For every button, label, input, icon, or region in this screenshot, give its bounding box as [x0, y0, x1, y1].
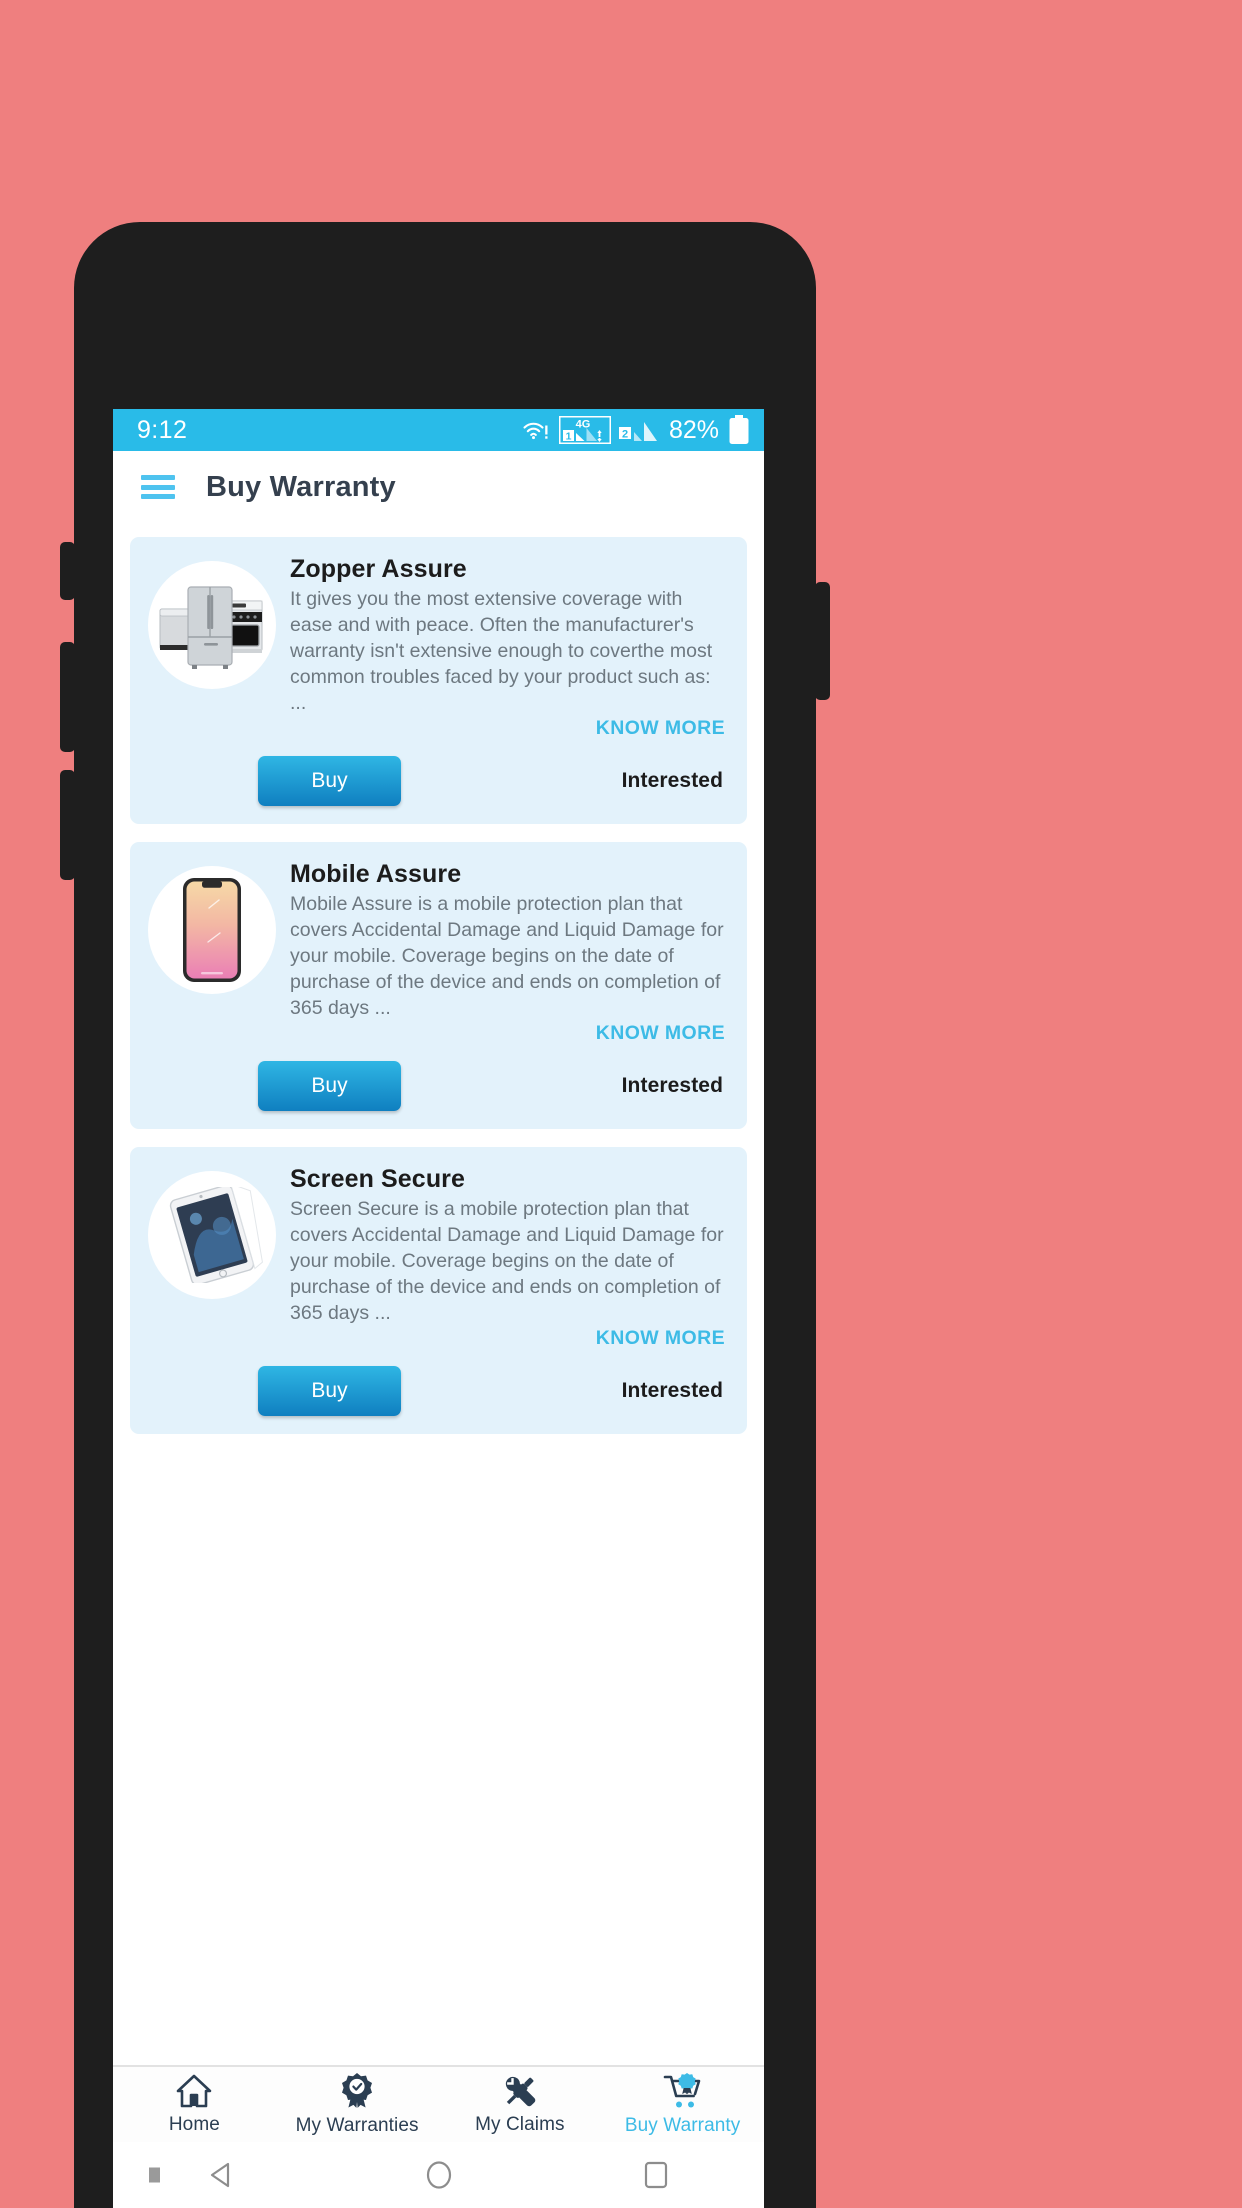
page-title: Buy Warranty — [206, 470, 396, 503]
award-ribbon-icon — [342, 2073, 373, 2108]
plan-card-actions: Buy Interested — [148, 756, 725, 806]
plan-thumbnail — [148, 1171, 276, 1299]
bottom-navigation-bar: Home My Warranties My Claims Buy Warrant… — [113, 2065, 764, 2142]
app-bar: Buy Warranty — [113, 451, 764, 523]
wrench-screwdriver-icon — [505, 2076, 536, 2107]
status-bar-clock: 9:12 — [137, 415, 188, 444]
power-button[interactable] — [815, 582, 830, 700]
plan-text-block: Zopper Assure It gives you the most exte… — [276, 553, 725, 740]
signal-sim2-icon: 2 — [618, 422, 657, 441]
home-circle-icon — [426, 2161, 451, 2189]
nav-item-home[interactable]: Home — [113, 2073, 276, 2136]
plan-name: Zopper Assure — [290, 555, 467, 583]
battery-icon — [729, 415, 749, 444]
plan-card-body: Screen Secure Screen Secure is a mobile … — [148, 1163, 725, 1350]
nav-item-my-claims[interactable]: My Claims — [439, 2073, 602, 2136]
plan-text-block: Mobile Assure Mobile Assure is a mobile … — [276, 858, 725, 1045]
system-recents-button[interactable] — [547, 2158, 764, 2192]
system-home-button[interactable] — [330, 2158, 547, 2192]
recents-square-icon — [644, 2161, 667, 2189]
plan-card[interactable]: Screen Secure Screen Secure is a mobile … — [130, 1147, 747, 1434]
nav-label: Home — [168, 2114, 220, 2135]
status-bar: 9:12 4G 1 2 82% — [113, 409, 764, 451]
keyboard-indicator-dot — [149, 2167, 160, 2183]
signal-4g-sim1-icon: 4G 1 — [558, 416, 611, 444]
interested-label[interactable]: Interested — [622, 1074, 723, 1098]
plan-card-body: Mobile Assure Mobile Assure is a mobile … — [148, 858, 725, 1045]
plan-description: Screen Secure is a mobile protection pla… — [290, 1198, 724, 1324]
plan-card-actions: Buy Interested — [148, 1061, 725, 1111]
home-icon — [177, 2074, 212, 2108]
plan-thumbnail — [148, 561, 276, 689]
plan-text-block: Screen Secure Screen Secure is a mobile … — [276, 1163, 725, 1350]
mute-switch-button[interactable] — [60, 542, 75, 600]
nav-label: My Warranties — [295, 2115, 419, 2136]
phone-screen: 9:12 4G 1 2 82% Buy Warranty Zopper Assu… — [113, 409, 764, 2208]
svg-text:1: 1 — [566, 430, 572, 442]
plan-card-body: Zopper Assure It gives you the most exte… — [148, 553, 725, 740]
svg-text:2: 2 — [622, 428, 628, 440]
buy-button[interactable]: Buy — [258, 1366, 401, 1416]
interested-label[interactable]: Interested — [622, 1379, 723, 1403]
smartphone-icon — [183, 878, 241, 982]
know-more-link[interactable]: KNOW MORE — [290, 717, 725, 740]
plan-card[interactable]: Zopper Assure It gives you the most exte… — [130, 537, 747, 824]
buy-button[interactable]: Buy — [258, 756, 401, 806]
plan-description: It gives you the most extensive coverage… — [290, 588, 713, 714]
plan-name: Screen Secure — [290, 1165, 466, 1193]
plan-name: Mobile Assure — [290, 860, 462, 888]
system-back-button[interactable] — [113, 2158, 330, 2192]
wifi-alert-icon — [523, 422, 548, 440]
plan-list: Zopper Assure It gives you the most exte… — [113, 523, 764, 2065]
android-system-nav — [113, 2142, 764, 2208]
buy-button[interactable]: Buy — [258, 1061, 401, 1111]
volume-down-button[interactable] — [60, 770, 75, 880]
shopping-cart-award-icon — [663, 2073, 700, 2108]
nav-label: My Claims — [475, 2114, 565, 2135]
nav-label: Buy Warranty — [624, 2115, 741, 2136]
know-more-link[interactable]: KNOW MORE — [290, 1327, 725, 1350]
plan-description: Mobile Assure is a mobile protection pla… — [290, 893, 724, 1019]
volume-up-button[interactable] — [60, 642, 75, 752]
plan-card-actions: Buy Interested — [148, 1366, 725, 1416]
nav-item-my-warranties[interactable]: My Warranties — [276, 2072, 439, 2137]
status-bar-icons: 4G 1 2 82% — [522, 415, 750, 445]
plan-thumbnail — [148, 866, 276, 994]
back-triangle-icon — [210, 2162, 229, 2188]
nav-item-buy-warranty[interactable]: Buy Warranty — [601, 2072, 764, 2137]
plan-card[interactable]: Mobile Assure Mobile Assure is a mobile … — [130, 842, 747, 1129]
svg-text:4G: 4G — [576, 419, 591, 431]
interested-label[interactable]: Interested — [622, 769, 723, 793]
home-appliances-icon — [159, 586, 263, 669]
battery-percent-label: 82% — [668, 415, 719, 444]
know-more-link[interactable]: KNOW MORE — [290, 1022, 725, 1045]
hamburger-menu-icon[interactable] — [141, 475, 175, 499]
tablet-screen-protector-icon — [169, 1187, 263, 1283]
